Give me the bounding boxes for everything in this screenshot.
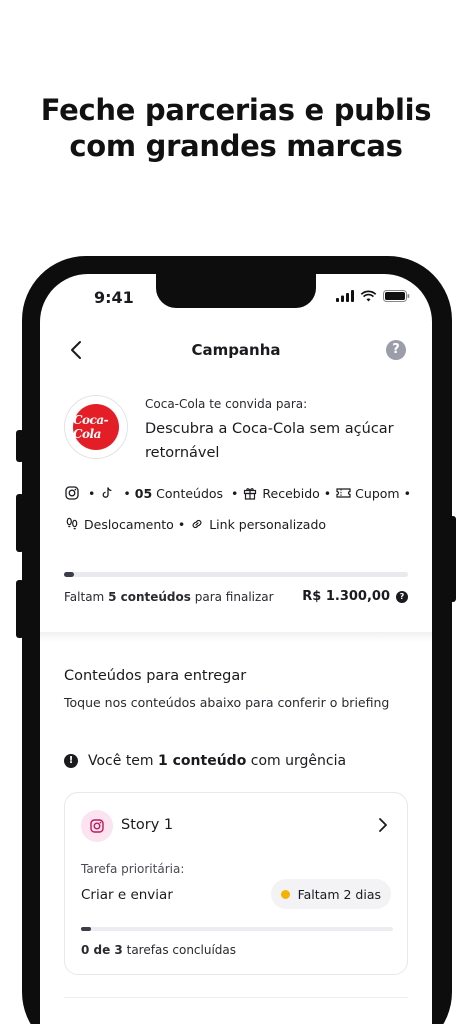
tiktok-icon xyxy=(99,485,115,501)
campaign-progress-fill xyxy=(64,572,75,577)
phone-power-button xyxy=(448,516,456,602)
brand-logo: Coca-Cola xyxy=(73,404,119,450)
deadline-text: Faltam 2 dias xyxy=(297,886,381,902)
footsteps-icon xyxy=(64,516,80,532)
deliverables-row-1: • • 05 Conteúdos • Recebido • Cupom • xyxy=(64,485,415,501)
invite-label: Coca-Cola te convida para: xyxy=(145,397,308,411)
deadline-status-dot xyxy=(280,889,290,899)
phone-notch xyxy=(156,274,316,308)
card-title: Story 1 xyxy=(121,817,174,833)
instagram-icon xyxy=(64,485,80,501)
bottom-divider xyxy=(64,997,408,998)
app-screen: 9:41 Campanha ? Coca-Cola Coca-Cola te c… xyxy=(40,274,432,1024)
travel-label: Deslocamento xyxy=(84,516,174,532)
link-icon xyxy=(189,516,205,532)
status-time: 9:41 xyxy=(94,288,134,307)
content-count-label: Conteúdos xyxy=(156,485,224,501)
signal-icon xyxy=(336,290,354,302)
card-progress-bar xyxy=(81,927,393,931)
content-count: 05 xyxy=(134,485,153,501)
wifi-icon xyxy=(360,290,377,302)
gift-icon xyxy=(242,485,258,501)
urgency-text: Você tem 1 conteúdo com urgência xyxy=(88,753,346,769)
headline-line-2: com grandes marcas xyxy=(69,129,403,163)
price-info-icon[interactable]: ? xyxy=(396,590,408,603)
page-title: Campanha xyxy=(191,341,281,359)
instagram-icon xyxy=(81,810,113,842)
tasks-done-count: 0 de 3 xyxy=(81,943,123,957)
brand-avatar: Coca-Cola xyxy=(64,395,128,459)
remaining-count: 5 conteúdos xyxy=(108,590,191,604)
contents-section-subtitle: Toque nos conteúdos abaixo para conferir… xyxy=(64,695,390,710)
status-icons xyxy=(336,290,410,302)
urgency-suffix: com urgência xyxy=(250,753,347,769)
price-value: R$ 1.300,00 xyxy=(302,589,390,604)
urgency-prefix: Você tem xyxy=(88,753,154,769)
campaign-name: Descubra a Coca-Cola sem açúcar retornáv… xyxy=(145,421,394,461)
alert-icon: ! xyxy=(64,754,78,768)
page-headline: Feche parcerias e publis com grandes mar… xyxy=(0,92,472,164)
campaign-price: R$ 1.300,00 ? xyxy=(302,589,408,604)
deliverables-row-2: Deslocamento • Link personalizado xyxy=(64,516,326,532)
tasks-done-suffix: tarefas concluídas xyxy=(126,943,237,957)
received-label: Recebido xyxy=(262,485,320,501)
contents-section-title: Conteúdos para entregar xyxy=(64,668,247,684)
phone-volume-up-button xyxy=(16,494,24,552)
urgency-notice: ! Você tem 1 conteúdo com urgência xyxy=(64,753,346,769)
urgency-count: 1 conteúdo xyxy=(158,753,247,769)
link-label: Link personalizado xyxy=(209,516,327,532)
ticket-icon xyxy=(335,485,351,501)
card-footer: 0 de 3 tarefas concluídas xyxy=(81,943,236,957)
phone-side-button xyxy=(16,430,24,462)
deadline-badge: Faltam 2 dias xyxy=(270,879,391,909)
card-progress-fill xyxy=(81,927,91,931)
priority-task-label: Tarefa prioritária: xyxy=(81,862,185,876)
help-icon[interactable]: ? xyxy=(386,340,406,360)
headline-line-1: Feche parcerias e publis xyxy=(40,93,432,127)
section-divider xyxy=(40,632,432,642)
remaining-prefix: Faltam xyxy=(64,590,105,604)
phone-volume-down-button xyxy=(16,580,24,638)
chevron-right-icon[interactable] xyxy=(377,817,389,833)
campaign-progress-bar xyxy=(64,572,408,577)
remaining-text: Faltam 5 conteúdos para finalizar xyxy=(64,590,274,604)
battery-icon xyxy=(383,290,410,302)
content-card-story-1[interactable]: Story 1 Tarefa prioritária: Criar e envi… xyxy=(64,792,408,975)
priority-task-value: Criar e enviar xyxy=(81,887,173,903)
remaining-suffix: para finalizar xyxy=(194,590,274,604)
coupon-label: Cupom xyxy=(355,485,400,501)
